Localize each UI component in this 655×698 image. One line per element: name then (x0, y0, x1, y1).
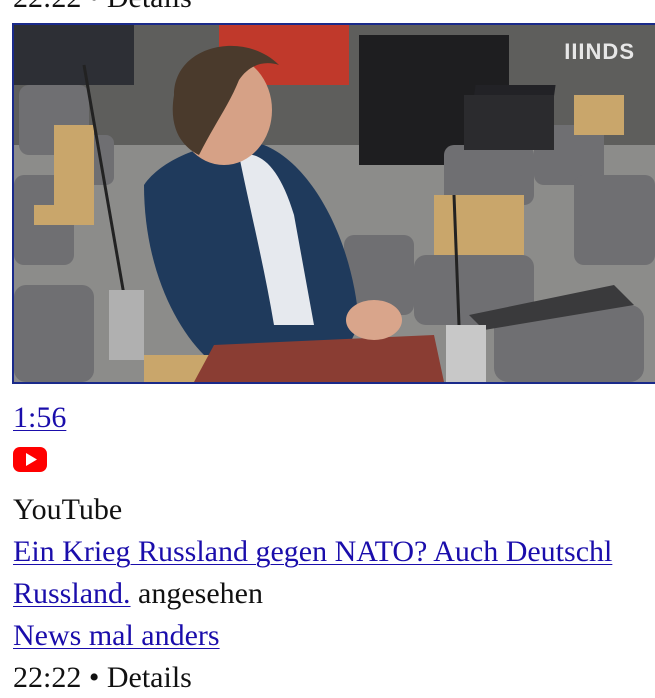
previous-item-time: 22:22 (13, 0, 81, 14)
previous-item-meta: 22:22 • Details (13, 0, 192, 18)
video-thumbnail[interactable]: IIINDS (12, 23, 655, 384)
thumbnail-watermark: IIINDS (564, 39, 635, 64)
previous-item-details-button[interactable]: Details (107, 0, 192, 14)
video-meta: 22:22 • Details (13, 658, 192, 698)
details-button[interactable]: Details (107, 661, 192, 694)
video-duration-link[interactable]: 1:56 (13, 401, 66, 434)
meta-separator: • (89, 0, 100, 14)
channel-link[interactable]: News mal anders (13, 619, 220, 652)
video-title-link[interactable]: Ein Krieg Russland gegen NATO? Auch Deut… (13, 535, 612, 568)
video-time: 22:22 (13, 661, 82, 694)
youtube-play-icon (13, 447, 47, 472)
watched-status: angesehen (138, 577, 263, 610)
meta-separator: • (88, 661, 100, 694)
video-title-link-continued[interactable]: Russland. (13, 577, 131, 610)
video-source-name: YouTube (13, 493, 123, 526)
